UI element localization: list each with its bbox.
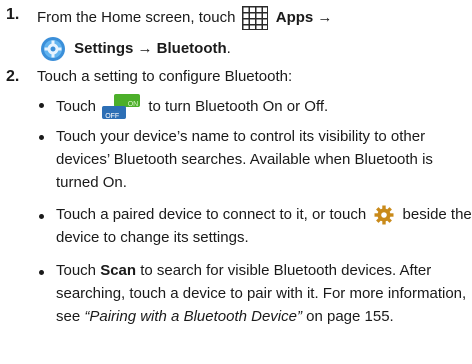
step-1-line-1: From the Home screen, touch Apps →: [37, 6, 332, 30]
bullet-paired-post: beside the: [402, 205, 472, 223]
bullet-name-line-2: devices’ Bluetooth searches. Available w…: [56, 151, 433, 168]
bullet-paired-line-2: device to change its settings.: [56, 229, 249, 246]
bullet-scan-line-1: Touch Scan to search for visible Bluetoo…: [56, 262, 431, 280]
bullet-scan-see: see: [56, 308, 81, 325]
toggle-off-text: OFF: [105, 113, 120, 120]
bullet-dot: [39, 103, 44, 108]
pairing-section-reference: “Pairing with a Bluetooth Device”: [84, 308, 302, 325]
settings-label: Settings → Bluetooth: [74, 39, 227, 57]
settings-period: .: [226, 39, 231, 57]
bullet-name-line-3: turned On.: [56, 174, 127, 191]
settings-icon: [41, 37, 65, 61]
bullet-toggle-pre: Touch: [56, 97, 97, 115]
bullet-paired-line-1: Touch a paired device to connect to it, …: [56, 205, 472, 225]
scan-label: Scan: [100, 262, 137, 279]
step-1-text: From the Home screen, touch: [37, 8, 236, 26]
step-2-intro: Touch a setting to configure Bluetooth:: [37, 68, 293, 85]
bullet-scan-page-ref: on page 155.: [306, 308, 394, 325]
apps-label: Apps →: [275, 8, 333, 26]
bullet-name-line-1: Touch your device’s name to control its …: [56, 128, 426, 145]
step-number: 1.: [6, 6, 20, 23]
bullet-dot: [39, 214, 44, 219]
document-page: 1. From the Home screen, touch Apps → Se…: [0, 0, 472, 364]
bullet-toggle-post: to turn Bluetooth On or Off.: [148, 97, 329, 115]
apps-grid-icon: [241, 6, 268, 30]
step-number: 2.: [6, 68, 20, 85]
bullet-dot: [39, 135, 44, 140]
bluetooth-toggle-icon: ON OFF: [102, 94, 141, 120]
bullet-dot: [39, 270, 44, 275]
bullet-scan-pre: Touch: [56, 262, 97, 279]
bullet-toggle: Touch ON OFF to turn Bluetooth On or Off…: [56, 94, 328, 120]
bullet-scan-line-3: see “Pairing with a Bluetooth Device” on…: [56, 308, 394, 326]
step-1-line-2: Settings → Bluetooth.: [40, 36, 231, 62]
bullet-scan-line-2: searching, touch a device to pair with i…: [56, 285, 467, 302]
bullet-paired-pre: Touch a paired device to connect to it, …: [56, 205, 367, 223]
bullet-scan-post: to search for visible Bluetooth devices.…: [140, 262, 432, 279]
gear-icon: [374, 205, 394, 225]
toggle-on-text: ON: [127, 101, 139, 108]
